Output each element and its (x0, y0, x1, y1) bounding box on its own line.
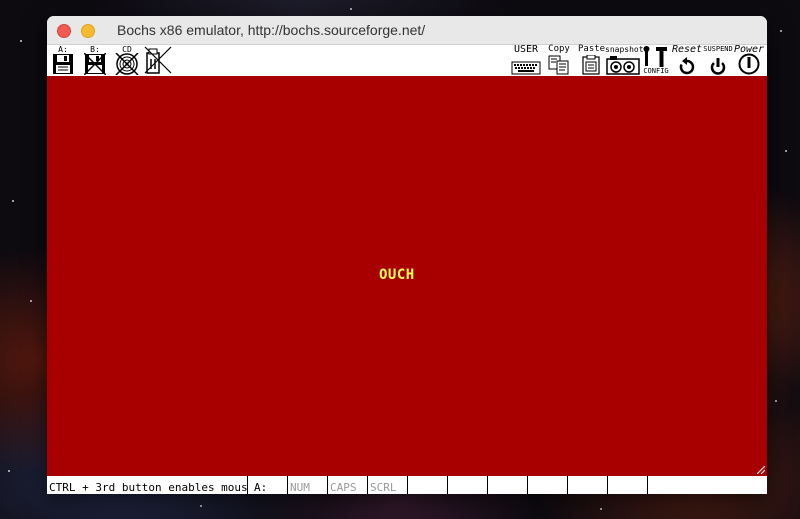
star (600, 508, 602, 510)
star (350, 8, 352, 10)
copy-label: Copy (548, 44, 570, 54)
emulator-screen[interactable]: OUCH (47, 76, 767, 476)
clipboard-icon (582, 55, 600, 75)
star (20, 40, 22, 42)
resize-grip-icon[interactable] (757, 466, 765, 474)
status-num-lock: NUM (288, 476, 328, 494)
user-label: USER (513, 44, 539, 55)
status-cell (448, 476, 488, 494)
title-bar[interactable]: Bochs x86 emulator, http://bochs.sourcef… (47, 16, 767, 45)
reset-button[interactable]: Reset (671, 45, 703, 76)
status-caps-lock: CAPS (328, 476, 368, 494)
star (12, 200, 14, 202)
floppy-disk-icon (53, 54, 73, 74)
reset-label: Reset (671, 44, 703, 55)
close-window-button[interactable] (57, 24, 71, 38)
status-hint: CTRL + 3rd button enables mouse (47, 476, 248, 494)
screen-message: OUCH (379, 267, 415, 283)
floppy-a-button[interactable]: A: (51, 45, 75, 76)
star (775, 400, 777, 402)
star (30, 300, 32, 302)
cdrom-disabled-icon (115, 53, 139, 75)
bochs-window: Bochs x86 emulator, http://bochs.sourcef… (47, 16, 767, 494)
floppy-disk-disabled-icon (84, 53, 106, 75)
star (780, 30, 782, 32)
status-bar: CTRL + 3rd button enables mouse A: NUM C… (47, 476, 767, 494)
copy-icon (548, 55, 569, 75)
config-label: CONFIG (643, 67, 669, 75)
floppy-b-button[interactable]: B: (83, 45, 107, 76)
paste-button[interactable]: Paste (578, 44, 606, 76)
window-title: Bochs x86 emulator, http://bochs.sourcef… (117, 22, 426, 38)
status-cell (408, 476, 448, 494)
status-floppy: A: (248, 476, 288, 494)
status-scroll-lock: SCRL (368, 476, 408, 494)
usb-disabled-icon (144, 46, 172, 74)
camera-icon (606, 56, 640, 75)
keyboard-icon (511, 61, 541, 75)
copy-button[interactable]: Copy (546, 45, 572, 76)
user-button[interactable]: USER (510, 45, 542, 76)
power-icon (738, 53, 760, 75)
status-cell (528, 476, 568, 494)
reset-icon (679, 57, 695, 75)
paste-label: Paste (578, 44, 606, 54)
tools-icon (643, 46, 667, 67)
star (785, 150, 787, 152)
star (200, 505, 202, 507)
status-cell (568, 476, 608, 494)
usb-button[interactable] (143, 45, 173, 76)
minimize-window-button[interactable] (81, 24, 95, 38)
snapshot-button[interactable]: snapshot (605, 45, 644, 76)
config-button[interactable]: CONFIG (641, 45, 671, 76)
suspend-icon (710, 58, 726, 75)
cdrom-button[interactable]: CD (114, 45, 140, 76)
power-button[interactable]: Power (733, 45, 765, 76)
toolbar: A: B: CD USER Copy Paste snapshot CONFIG… (47, 45, 767, 76)
status-cell (608, 476, 648, 494)
suspend-label: SUSPEND (703, 45, 733, 53)
star (8, 470, 10, 472)
status-cell (488, 476, 528, 494)
snapshot-label: snapshot (605, 45, 644, 54)
suspend-button[interactable]: SUSPEND (703, 45, 733, 76)
